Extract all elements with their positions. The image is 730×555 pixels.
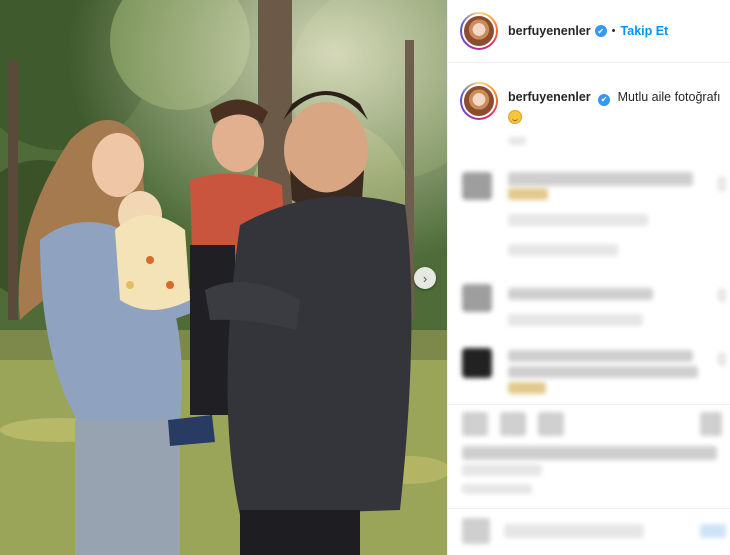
blurred-comment-text	[508, 350, 693, 362]
blurred-comment-text	[508, 366, 698, 378]
blurred-timestamp	[508, 137, 526, 145]
caption-body: Mutlu aile fotoğrafı	[617, 90, 721, 104]
post-header: berfuyenenler ✔ • Takip Et	[448, 0, 730, 63]
chevron-right-icon: ›	[422, 270, 428, 286]
caption-username[interactable]: berfuyenenler	[508, 90, 591, 104]
blurred-comment-meta	[508, 214, 648, 226]
blurred-comment-avatar	[462, 284, 492, 312]
caption-avatar[interactable]	[460, 82, 498, 120]
comment-box-divider	[448, 508, 730, 509]
blurred-comment-meta	[508, 314, 643, 326]
caption-text: berfuyenenler ✔ Mutlu aile fotoğrafı	[508, 88, 720, 129]
post-caption: berfuyenenler ✔ Mutlu aile fotoğrafı	[460, 82, 725, 129]
blurred-comment-text	[508, 288, 653, 300]
carousel-next-button[interactable]: ›	[414, 267, 436, 289]
post-comment-button[interactable]	[700, 524, 726, 538]
actions-divider	[448, 404, 730, 405]
avatar[interactable]	[460, 12, 498, 50]
blurred-comment-avatar	[462, 172, 492, 200]
separator-dot: •	[611, 25, 616, 37]
blurred-like-icon	[718, 352, 726, 366]
blurred-comment-avatar	[462, 348, 492, 378]
like-icon[interactable]	[462, 412, 488, 436]
blurred-like-icon	[718, 176, 726, 192]
comment-input[interactable]	[504, 524, 644, 538]
verified-badge-icon: ✔	[594, 25, 607, 37]
blurred-comment-text	[508, 172, 693, 186]
blurred-post-date	[462, 484, 532, 494]
share-icon[interactable]	[538, 412, 564, 436]
family-photo-illustration	[0, 0, 447, 555]
blurred-comment-emoji	[508, 382, 546, 394]
blurred-liked-by	[462, 464, 542, 476]
blurred-view-replies	[508, 244, 618, 256]
blurred-like-icon	[718, 288, 726, 302]
blurred-likes-count	[462, 446, 717, 460]
post-photo[interactable]: ›	[0, 0, 447, 555]
smile-emoji-icon	[508, 110, 522, 124]
blurred-comment-emoji	[508, 188, 548, 200]
verified-badge-icon: ✔	[598, 94, 611, 106]
bookmark-icon[interactable]	[700, 412, 722, 436]
post-sidebar: berfuyenenler ✔ • Takip Et berfuyenenler…	[447, 0, 730, 555]
emoji-picker-icon[interactable]	[462, 518, 490, 544]
follow-button[interactable]: Takip Et	[621, 24, 669, 38]
comment-icon[interactable]	[500, 412, 526, 436]
username-link[interactable]: berfuyenenler	[508, 24, 591, 38]
